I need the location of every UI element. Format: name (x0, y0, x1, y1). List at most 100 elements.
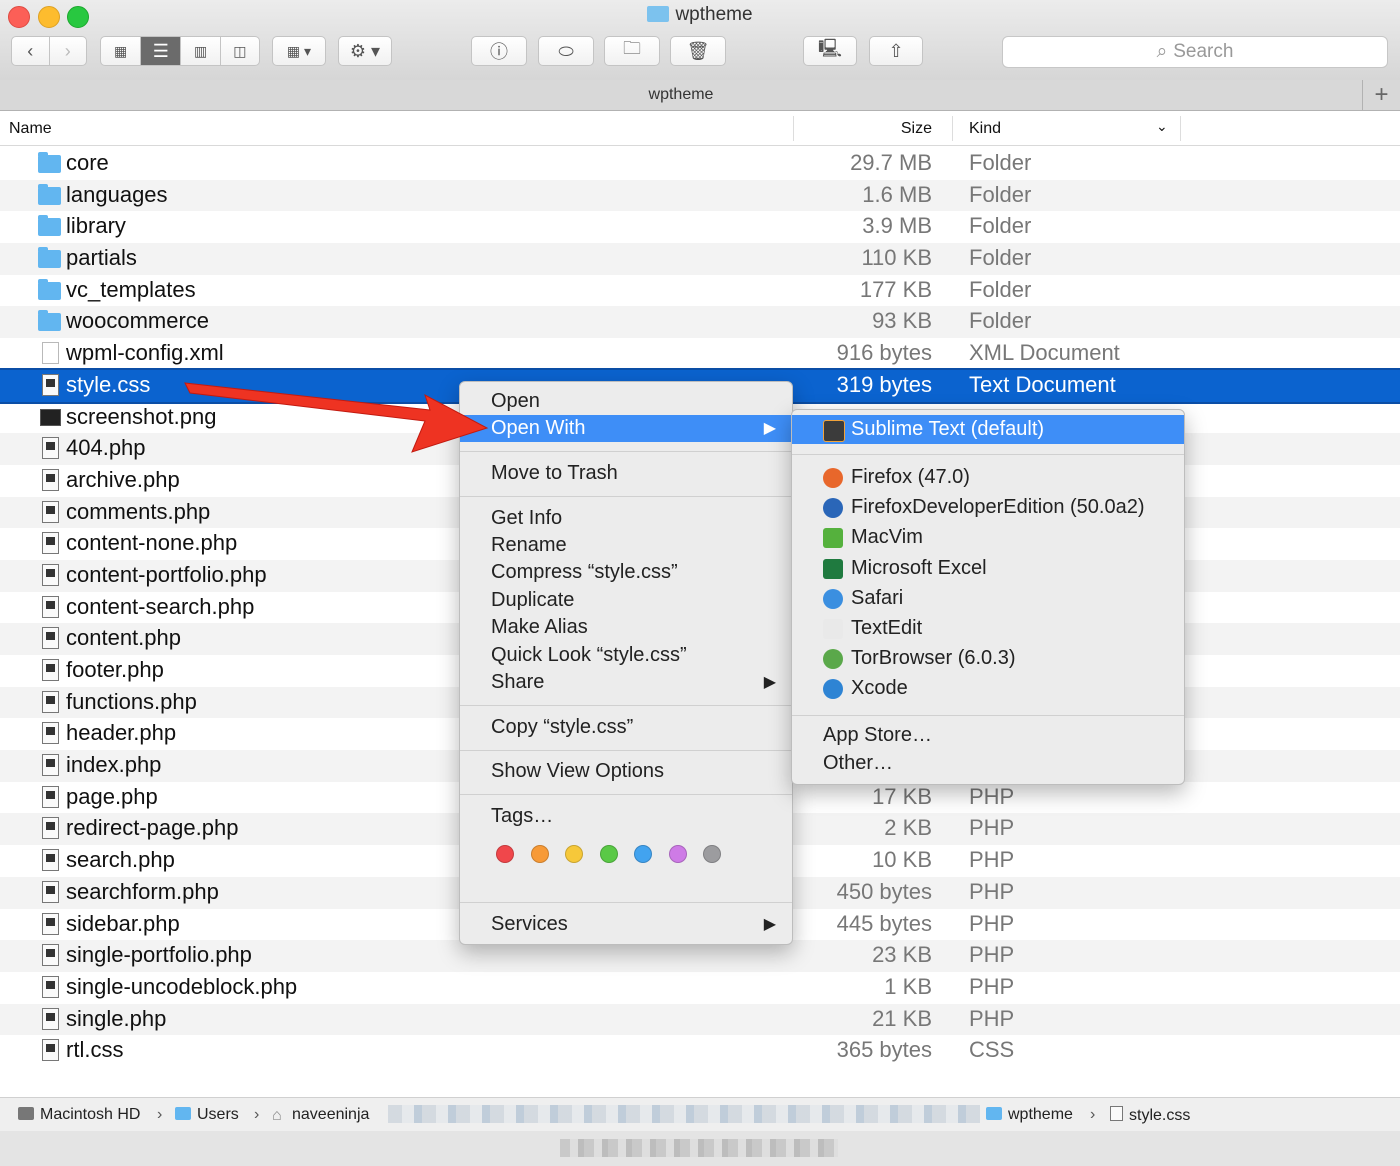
menu-other[interactable]: Other… (792, 749, 1184, 778)
file-row[interactable]: library 3.9 MB Folder (0, 211, 1400, 243)
file-size: 916 bytes (836, 340, 932, 366)
menu-app-label: FirefoxDeveloperEdition (50.0a2) (851, 496, 1145, 519)
file-kind: PHP (969, 942, 1015, 968)
path-item-label: wptheme (1008, 1106, 1073, 1123)
tag-color-dot[interactable] (599, 845, 618, 863)
column-divider[interactable] (793, 116, 794, 141)
new-folder-button[interactable]: 🗀 (604, 36, 660, 66)
menu-rename[interactable]: Rename (460, 532, 792, 559)
share-icon: ⇧ (888, 40, 904, 61)
menu-move-to-trash[interactable]: Move to Trash (460, 460, 792, 487)
column-divider[interactable] (952, 116, 953, 141)
file-kind: Folder (969, 181, 1032, 207)
path-item-style-css[interactable]: style.css (1110, 1106, 1190, 1125)
file-row[interactable]: wpml-config.xml 916 bytes XML Document (0, 338, 1400, 370)
menu-app-store[interactable]: App Store… (792, 721, 1184, 750)
menu-separator (460, 750, 792, 751)
menu-app-sublime-text[interactable]: Sublime Text (default) (792, 415, 1184, 444)
menu-app-item[interactable]: FirefoxDeveloperEdition (50.0a2) (792, 493, 1184, 522)
menu-app-item[interactable]: TextEdit (792, 614, 1184, 643)
code-file-icon (42, 595, 59, 618)
menu-compress[interactable]: Compress “style.css” (460, 559, 792, 586)
connect-button[interactable]: 🖳 (803, 36, 857, 66)
submenu-arrow-icon: ▶ (763, 916, 776, 933)
menu-app-item[interactable]: Microsoft Excel (792, 554, 1184, 583)
arrange-button[interactable]: ▦ ▾ (272, 36, 326, 66)
file-name: content-none.php (66, 530, 238, 556)
tab-wptheme[interactable]: wptheme (0, 86, 1362, 104)
file-name: woocommerce (66, 308, 210, 334)
menu-app-item[interactable]: TorBrowser (6.0.3) (792, 644, 1184, 673)
file-row[interactable]: languages 1.6 MB Folder (0, 179, 1400, 212)
menu-app-item[interactable]: Firefox (47.0) (792, 463, 1184, 492)
code-file-icon (42, 817, 59, 840)
share-button[interactable]: ⇧ (869, 36, 923, 66)
tag-color-dot[interactable] (565, 845, 583, 863)
menu-open[interactable]: Open (460, 388, 792, 415)
menu-app-item[interactable]: Xcode (792, 674, 1184, 703)
columns-icon: ▥ (193, 42, 208, 59)
file-kind: PHP (969, 847, 1015, 873)
new-tab-button[interactable]: + (1362, 80, 1400, 110)
tag-color-dot[interactable] (496, 845, 514, 863)
menu-separator (460, 794, 792, 795)
icon-view-button[interactable]: ▦ (101, 37, 142, 65)
menu-get-info[interactable]: Get Info (460, 505, 792, 532)
menu-app-label: TextEdit (851, 617, 923, 639)
column-size-header[interactable]: Size (795, 120, 932, 138)
forward-button[interactable]: › (50, 37, 87, 65)
menu-tags[interactable]: Tags… (460, 803, 792, 830)
menu-make-alias[interactable]: Make Alias (460, 614, 792, 641)
menu-duplicate[interactable]: Duplicate (460, 587, 792, 614)
file-size: 29.7 MB (850, 150, 932, 175)
tag-color-dot[interactable] (703, 845, 721, 863)
path-item-home[interactable]: ⌂ naveeninja (272, 1106, 369, 1124)
file-name: screenshot.png (66, 403, 217, 429)
column-name-header[interactable]: Name (9, 120, 52, 138)
file-name: vc_templates (66, 276, 196, 302)
menu-show-view-options[interactable]: Show View Options (460, 758, 792, 785)
menu-open-with-label: Open With (491, 417, 586, 439)
list-view-button[interactable]: ☰ (141, 37, 182, 65)
menu-copy[interactable]: Copy “style.css” (460, 714, 792, 741)
column-view-button[interactable]: ▥ (181, 37, 221, 65)
menu-services[interactable]: Services ▶ (460, 911, 792, 938)
move-to-trash-button[interactable]: 🗑 (670, 36, 726, 66)
get-info-button[interactable]: ⓘ (471, 36, 527, 66)
menu-quick-look[interactable]: Quick Look “style.css” (460, 642, 792, 669)
back-button[interactable]: ‹ (12, 37, 50, 65)
search-field[interactable]: ⌕ Search (1002, 36, 1388, 68)
code-file-icon (42, 880, 59, 903)
edit-tags-button[interactable]: ⬭ (538, 36, 594, 66)
cover-flow-button[interactable]: ◫ (221, 37, 259, 65)
tag-color-dot[interactable] (530, 845, 549, 863)
file-row[interactable]: partials 110 KB Folder (0, 243, 1400, 275)
file-kind: Folder (969, 150, 1032, 175)
action-button[interactable]: ⚙ ▾ (338, 36, 392, 66)
file-row[interactable]: single.php 21 KB PHP (0, 1003, 1400, 1036)
finder-window: wptheme ‹ › ▦ ☰ ▥ ◫ ▦ ▾ ⚙ ▾ ⓘ ⬭ 🗀 🗑 🖳 ⇧ … (0, 0, 1400, 1166)
file-kind: PHP (969, 815, 1015, 841)
path-item-macintosh-hd[interactable]: Macintosh HD (18, 1106, 140, 1124)
column-kind-header[interactable]: Kind (969, 120, 1001, 138)
tag-color-dot[interactable] (634, 845, 652, 863)
file-row[interactable]: vc_templates 177 KB Folder (0, 275, 1400, 307)
file-name: functions.php (66, 688, 197, 714)
file-row[interactable]: rtl.css 365 bytes CSS (0, 1035, 1400, 1067)
menu-share[interactable]: Share ▶ (460, 669, 792, 696)
status-bar (0, 1131, 1400, 1166)
menu-app-item[interactable]: MacVim (792, 523, 1184, 552)
menu-separator (460, 705, 792, 706)
path-item-users[interactable]: Users (175, 1106, 239, 1124)
column-divider[interactable] (1180, 116, 1181, 141)
file-row[interactable]: woocommerce 93 KB Folder (0, 306, 1400, 339)
list-icon: ☰ (152, 40, 169, 61)
tag-color-dot[interactable] (668, 845, 687, 863)
folder-icon (38, 247, 61, 269)
file-row[interactable]: single-uncodeblock.php 1 KB PHP (0, 972, 1400, 1004)
menu-app-item[interactable]: Safari (792, 584, 1184, 613)
file-row[interactable]: core 29.7 MB Folder (0, 148, 1400, 180)
menu-open-with[interactable]: Open With ▶ (460, 415, 792, 442)
path-item-wptheme[interactable]: wptheme (986, 1106, 1073, 1124)
tab-bar: wptheme + (0, 80, 1400, 111)
